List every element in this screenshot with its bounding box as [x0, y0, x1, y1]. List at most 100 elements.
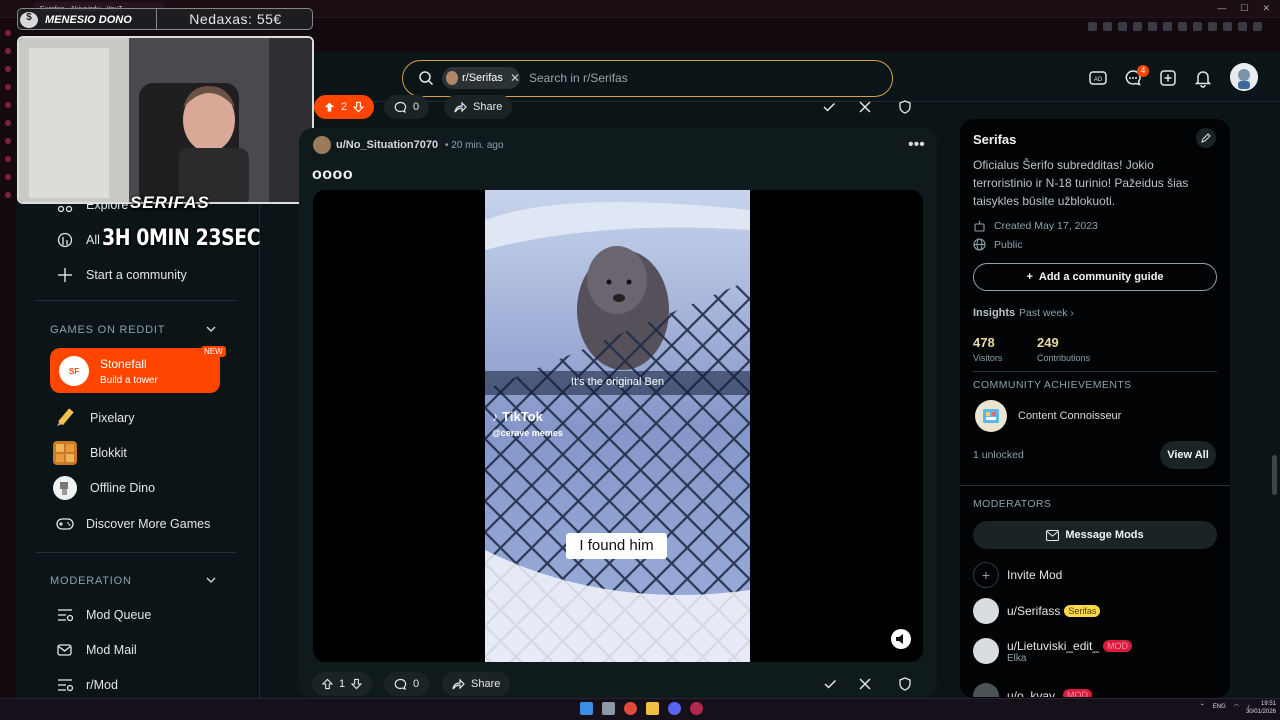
create-post-icon[interactable] — [1158, 68, 1178, 88]
extension-icon[interactable] — [1253, 22, 1262, 31]
nav-start-community[interactable]: Start a community — [56, 266, 187, 284]
invite-mod-button[interactable]: + Invite Mod — [973, 562, 1062, 588]
post-actions: 1 0 Share — [312, 672, 924, 696]
game-blokkit[interactable]: Blokkit — [52, 440, 127, 466]
share-icon — [454, 101, 467, 112]
extension-icon[interactable] — [1223, 22, 1232, 31]
user-avatar[interactable] — [1230, 63, 1258, 91]
extension-icon[interactable] — [1163, 22, 1172, 31]
nav-r-mod[interactable]: r/Mod — [56, 676, 118, 694]
task-view-icon[interactable] — [602, 702, 615, 715]
share-icon — [452, 678, 465, 689]
edit-community-button[interactable] — [1196, 128, 1216, 148]
windows-taskbar — [0, 698, 1280, 720]
tiktok-handle: @cerave memes — [492, 428, 563, 438]
post-author[interactable]: u/No_Situation7070 — [336, 139, 438, 151]
chevron-down-icon[interactable] — [204, 573, 218, 587]
chevron-down-icon[interactable] — [204, 322, 218, 336]
approve-icon[interactable] — [823, 677, 837, 691]
extension-icon[interactable] — [1103, 22, 1112, 31]
downvote-icon[interactable] — [351, 678, 362, 690]
extension-icon[interactable] — [1193, 22, 1202, 31]
message-mods-button[interactable]: Message Mods — [973, 521, 1217, 549]
mod-queue-icon — [56, 606, 74, 624]
achievement-badge-icon[interactable] — [975, 400, 1007, 432]
upvote-icon[interactable] — [322, 678, 333, 690]
window-controls: — ☐ ✕ — [1217, 3, 1270, 14]
nav-mod-mail[interactable]: Mod Mail — [56, 641, 137, 659]
overlay-balance: Nedaxas: 55€ — [156, 9, 314, 29]
mute-button[interactable] — [891, 629, 911, 649]
approve-icon[interactable] — [822, 100, 836, 114]
nav-all[interactable]: All — [56, 231, 100, 249]
file-explorer-icon[interactable] — [646, 702, 659, 715]
discord-icon[interactable] — [668, 702, 681, 715]
wifi-icon[interactable]: ◠ — [1234, 703, 1239, 710]
language-indicator[interactable]: ENG — [1213, 704, 1226, 710]
vote-control[interactable]: 2 — [314, 95, 374, 119]
upvote-icon[interactable] — [324, 101, 335, 113]
extension-icon[interactable] — [1178, 22, 1187, 31]
extension-icon[interactable] — [1118, 22, 1127, 31]
post-title[interactable]: oooo — [312, 166, 353, 184]
extension-icon[interactable] — [1238, 22, 1247, 31]
close-window-button[interactable]: ✕ — [1262, 3, 1270, 14]
more-options-icon[interactable]: ••• — [908, 136, 925, 154]
search-icon — [419, 71, 434, 86]
chevron-right-icon: › — [1070, 307, 1074, 319]
contributions-label: Contributions — [1037, 353, 1091, 363]
comments-button[interactable]: 0 — [384, 95, 430, 119]
plus-icon — [56, 266, 74, 284]
insights-range-dropdown[interactable]: Past week › — [1019, 307, 1074, 319]
divider — [960, 485, 1230, 486]
search-input[interactable]: Search in r/Serifas — [529, 71, 628, 85]
visibility-label: Public — [994, 238, 1023, 251]
windows-start-icon[interactable] — [580, 702, 593, 715]
achievements-title: COMMUNITY ACHIEVEMENTS — [973, 379, 1132, 391]
moderator-flair: Serifas — [1064, 605, 1101, 617]
invite-mod-label: Invite Mod — [1007, 568, 1063, 582]
extension-icon[interactable] — [1208, 22, 1217, 31]
remove-icon[interactable] — [858, 100, 872, 114]
tray-chevron-icon[interactable]: ⌃ — [1200, 703, 1205, 710]
clear-chip-icon[interactable]: ✕ — [510, 71, 520, 85]
moderator-name: u/Serifass — [1007, 604, 1061, 618]
mod-shield-icon[interactable] — [898, 100, 912, 114]
discover-more-games[interactable]: Discover More Games — [56, 515, 210, 533]
search-community-chip[interactable]: r/Serifas ✕ — [442, 67, 520, 89]
opera-gx-icon[interactable] — [690, 702, 703, 715]
view-all-label: View All — [1167, 449, 1209, 461]
nav-mod-queue[interactable]: Mod Queue — [56, 606, 151, 624]
comment-count: 0 — [413, 678, 420, 690]
extension-icon[interactable] — [1148, 22, 1157, 31]
share-button[interactable]: Share — [444, 95, 513, 119]
view-all-achievements-button[interactable]: View All — [1160, 441, 1216, 469]
page-scrollbar[interactable] — [1272, 455, 1277, 495]
divider — [36, 300, 236, 301]
game-pixelary[interactable]: Pixelary — [52, 405, 134, 431]
game-offline-dino[interactable]: Offline Dino — [52, 475, 155, 501]
moderator-row[interactable]: u/Serifass Serifas — [973, 598, 1101, 624]
downvote-icon[interactable] — [353, 101, 364, 113]
advertise-icon[interactable]: AD — [1088, 68, 1108, 88]
achievement-name[interactable]: Content Connoisseur — [1018, 410, 1121, 422]
all-icon — [56, 231, 74, 249]
mod-shield-icon[interactable] — [898, 677, 912, 691]
remove-icon[interactable] — [858, 677, 872, 691]
comments-button[interactable]: 0 — [384, 672, 430, 696]
share-button[interactable]: Share — [442, 672, 511, 696]
notifications-bell-icon[interactable] — [1193, 68, 1213, 88]
author-avatar[interactable] — [313, 136, 331, 154]
vote-control[interactable]: 1 — [312, 672, 372, 696]
moderator-row-clipped[interactable]: u/o_kvay MOD — [973, 683, 1217, 697]
extension-icon[interactable] — [1088, 22, 1097, 31]
minimize-button[interactable]: — — [1217, 3, 1226, 14]
system-clock[interactable]: 19:51 30/01/2026 — [1246, 700, 1276, 716]
maximize-button[interactable]: ☐ — [1240, 3, 1248, 14]
extension-icon[interactable] — [1133, 22, 1142, 31]
add-community-guide-button[interactable]: + Add a community guide — [973, 263, 1217, 291]
chrome-icon[interactable] — [624, 702, 637, 715]
insights-label: Insights — [973, 307, 1016, 319]
game-label: Pixelary — [90, 411, 135, 425]
moderator-row[interactable]: u/Lietuviski_edit_ MOD Elka — [973, 638, 1133, 664]
